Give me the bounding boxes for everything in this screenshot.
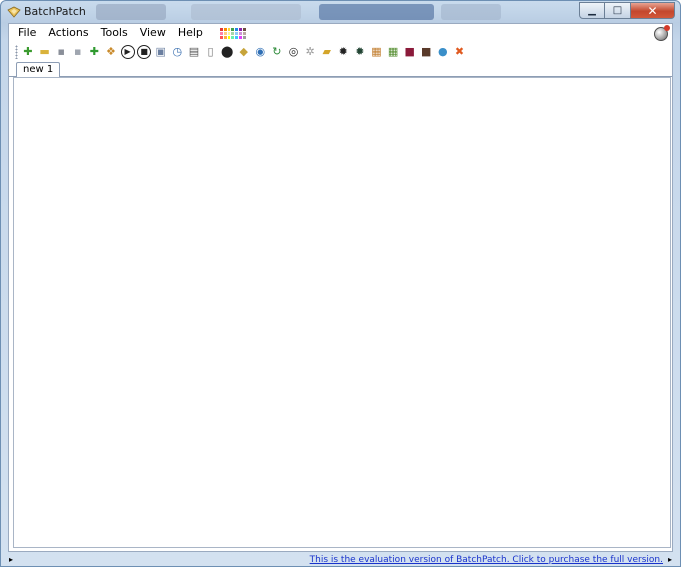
- window-controls: ▁ □ ✕: [579, 2, 675, 19]
- scroll-left-arrow-icon[interactable]: ▸: [9, 555, 13, 564]
- menu-tools[interactable]: Tools: [96, 24, 133, 42]
- pin-icon[interactable]: ⬤: [220, 45, 234, 59]
- palette-swatch: [235, 35, 239, 39]
- menu-actions[interactable]: Actions: [43, 24, 93, 42]
- terminal-icon[interactable]: ■: [403, 45, 417, 59]
- install-icon[interactable]: ▦: [386, 45, 400, 59]
- color-palette-icon[interactable]: [219, 27, 246, 39]
- scroll-right-arrow-icon[interactable]: ▸: [668, 555, 672, 564]
- close-button[interactable]: ✕: [631, 2, 675, 19]
- clock-icon[interactable]: ◷: [170, 45, 184, 59]
- palette-swatch: [243, 31, 246, 35]
- palette-swatch: [231, 27, 235, 31]
- gear-alt-icon[interactable]: ✹: [353, 45, 367, 59]
- tab-strip: new 1: [9, 61, 672, 78]
- palette-swatch: [219, 35, 223, 39]
- app-window: BatchPatch ▁ □ ✕ File Actions Tools View…: [0, 0, 681, 567]
- title-bar-reflection: [319, 4, 434, 20]
- palette-swatch: [239, 31, 243, 35]
- palette-swatch: [243, 35, 246, 39]
- menu-help[interactable]: Help: [173, 24, 208, 42]
- toolbar-grip[interactable]: [15, 44, 18, 59]
- package-icon[interactable]: ▦: [369, 45, 383, 59]
- palette-swatch: [235, 27, 239, 31]
- title-bar[interactable]: BatchPatch ▁ □ ✕: [1, 1, 680, 23]
- client-area: File Actions Tools View Help ✚ ▬ ▪ ▪ ✚ ❖ ▶ ■ ▣ ◷ ▤…: [8, 23, 673, 552]
- grid-area[interactable]: [13, 77, 671, 548]
- palette-swatch: [231, 35, 235, 39]
- open-icon[interactable]: ▬: [38, 45, 52, 59]
- palette-swatch: [227, 27, 231, 31]
- palette-swatch: [243, 27, 246, 31]
- minimize-button[interactable]: ▁: [579, 2, 605, 19]
- save-icon[interactable]: ▪: [54, 45, 68, 59]
- stop-icon[interactable]: ■: [137, 44, 152, 59]
- document-icon[interactable]: ▯: [204, 45, 218, 59]
- monitor-icon[interactable]: ▤: [187, 45, 201, 59]
- palette-swatch: [239, 35, 243, 39]
- save-as-icon[interactable]: ▪: [71, 45, 85, 59]
- status-bar: ▸ This is the evaluation version of Batc…: [1, 552, 680, 566]
- title-bar-reflection: [441, 4, 501, 20]
- magnify-icon[interactable]: ◉: [253, 45, 267, 59]
- palette-swatch: [227, 31, 231, 35]
- palette-swatch: [223, 35, 227, 39]
- play-icon[interactable]: ▶: [120, 44, 135, 59]
- palette-swatch: [227, 35, 231, 39]
- group-icon[interactable]: ❖: [104, 45, 118, 59]
- palette-swatch: [239, 27, 243, 31]
- help-ball-icon[interactable]: [654, 25, 670, 41]
- globe-icon[interactable]: ●: [436, 45, 450, 59]
- copy-icon[interactable]: ▣: [154, 45, 168, 59]
- gear-icon[interactable]: ✹: [336, 45, 350, 59]
- refresh-icon[interactable]: ↻: [270, 45, 284, 59]
- new-icon[interactable]: ✚: [21, 45, 35, 59]
- batchpatch-logo-icon: [7, 6, 21, 18]
- palette-swatch: [231, 31, 235, 35]
- title-bar-reflection: [96, 4, 166, 20]
- evaluation-purchase-link[interactable]: This is the evaluation version of BatchP…: [310, 555, 663, 565]
- palette-swatch: [235, 31, 239, 35]
- palette-swatch: [219, 27, 223, 31]
- tab-new-1[interactable]: new 1: [16, 62, 61, 78]
- palette-swatch: [223, 31, 227, 35]
- lock-icon[interactable]: ▰: [320, 45, 334, 59]
- menu-file[interactable]: File: [13, 24, 41, 42]
- palette-swatch: [223, 27, 227, 31]
- delete-icon[interactable]: ✖: [452, 45, 466, 59]
- toolbar: ✚ ▬ ▪ ▪ ✚ ❖ ▶ ■ ▣ ◷ ▤ ▯ ⬤ ◆ ◉ ↻ ◎ ✲ ▰ ✹ ✹ ▦ ▦ ■ ■ ● ✖: [9, 42, 672, 61]
- window-title: BatchPatch: [24, 5, 86, 18]
- menu-view[interactable]: View: [135, 24, 171, 42]
- palette-swatch: [219, 31, 223, 35]
- image-icon[interactable]: ■: [419, 45, 433, 59]
- add-hosts-icon[interactable]: ✚: [87, 45, 101, 59]
- diamond-icon[interactable]: ◆: [237, 45, 251, 59]
- maximize-button[interactable]: □: [605, 2, 631, 19]
- settings-icon[interactable]: ✲: [303, 45, 317, 59]
- title-bar-reflection: [191, 4, 301, 20]
- disc-icon[interactable]: ◎: [287, 45, 301, 59]
- menu-bar: File Actions Tools View Help: [9, 24, 672, 42]
